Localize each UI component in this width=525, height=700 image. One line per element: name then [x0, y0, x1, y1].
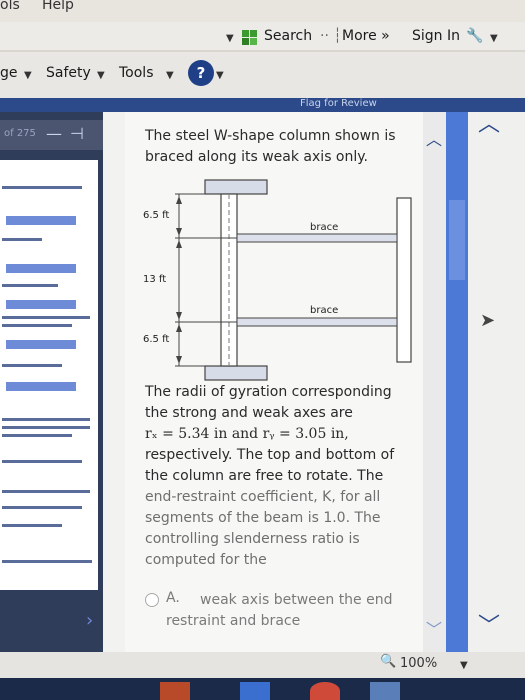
flag-for-review[interactable]: Flag for Review	[300, 98, 377, 109]
question-counter: of 275	[4, 128, 36, 139]
body-line: segments of the beam is 1.0. The	[145, 510, 381, 526]
taskbar-app-icon[interactable]	[160, 682, 190, 700]
dim-middle: 13 ft	[143, 274, 167, 285]
chevron-down-icon[interactable]: ▼	[460, 660, 468, 671]
status-bar	[0, 652, 525, 678]
chevron-down-icon[interactable]: ﹀	[426, 616, 442, 640]
wrench-icon[interactable]: 🔧	[466, 28, 483, 44]
taskbar-app-icon[interactable]	[310, 682, 340, 700]
content-scrollbar[interactable]	[423, 112, 446, 652]
dim-top: 6.5 ft	[143, 210, 170, 221]
app-header	[0, 98, 525, 112]
chevron-up-icon[interactable]: ︿	[426, 126, 442, 150]
chevron-down-icon[interactable]: ▼	[97, 70, 105, 81]
body-line: The radii of gyration corresponding	[145, 384, 392, 400]
search-provider-icon[interactable]	[240, 28, 260, 48]
chevron-down-icon[interactable]: ▼	[166, 70, 174, 81]
menu-tools[interactable]: ols	[0, 0, 20, 13]
toolbar-separator: ·· ┆	[320, 28, 342, 44]
help-icon[interactable]: ?	[188, 60, 214, 86]
chevron-down-icon[interactable]: ▼	[216, 70, 224, 81]
menu-bar: ols Help	[0, 0, 525, 22]
tools-menu[interactable]: Tools	[119, 65, 154, 81]
pin-icon[interactable]: ⊣	[70, 124, 84, 143]
option-a[interactable]: weak axis between the end restraint and …	[166, 590, 406, 632]
menu-help[interactable]: Help	[42, 0, 74, 13]
brace-label-upper: brace	[310, 222, 339, 233]
cursor-icon: ➤	[480, 310, 496, 331]
column-diagram	[175, 179, 412, 381]
body-line: computed for the	[145, 552, 267, 568]
more-button[interactable]: More »	[342, 28, 390, 44]
body-line: end-restraint coefficient, K, for all	[145, 489, 381, 505]
page-scrollbar-track[interactable]	[446, 112, 468, 652]
intro-line: The steel W-shape column shown is	[145, 128, 396, 144]
page-scrollbar-area	[468, 112, 525, 652]
intro-line: braced along its weak axis only.	[145, 149, 369, 165]
collapse-icon[interactable]: —	[46, 124, 62, 143]
chevron-down-icon[interactable]: ▼	[226, 33, 234, 44]
chevron-right-icon[interactable]: ›	[86, 610, 93, 631]
body-line: the column are free to rotate. The	[145, 468, 384, 484]
taskbar-app-icon[interactable]	[370, 682, 400, 700]
body-line: respectively. The top and bottom of	[145, 447, 395, 463]
body-line: controlling slenderness ratio is	[145, 531, 360, 547]
chevron-down-icon[interactable]: ▼	[490, 33, 498, 44]
question-body: The radii of gyration corresponding the …	[145, 382, 410, 571]
safety-menu[interactable]: Safety	[46, 65, 91, 81]
option-line: weak axis between the end	[200, 592, 393, 608]
chevron-up-icon[interactable]: ︿	[478, 106, 500, 138]
zoom-icon[interactable]: 🔍	[380, 654, 396, 669]
content-gutter	[103, 112, 125, 652]
dim-bottom: 6.5 ft	[143, 334, 170, 345]
chevron-down-icon[interactable]: ▼	[24, 70, 32, 81]
option-line: restraint and brace	[166, 613, 301, 629]
body-line: the strong and weak axes are	[145, 405, 353, 421]
taskbar-app-icon[interactable]	[240, 682, 270, 700]
search-button[interactable]: Search	[264, 28, 312, 44]
page-menu[interactable]: ge	[0, 65, 18, 81]
brace-label-lower: brace	[310, 305, 339, 316]
question-thumbnail-list[interactable]	[0, 160, 98, 590]
zoom-level[interactable]: 100%	[400, 656, 437, 671]
sign-in-button[interactable]: Sign In	[412, 28, 460, 44]
chevron-down-icon[interactable]: ﹀	[478, 608, 500, 640]
question-intro: The steel W-shape column shown is braced…	[145, 126, 410, 168]
radii-formula: rₓ = 5.34 in and rᵧ = 3.05 in,	[145, 426, 349, 442]
option-radio[interactable]	[145, 593, 159, 607]
page-scrollbar-thumb[interactable]	[449, 200, 465, 280]
